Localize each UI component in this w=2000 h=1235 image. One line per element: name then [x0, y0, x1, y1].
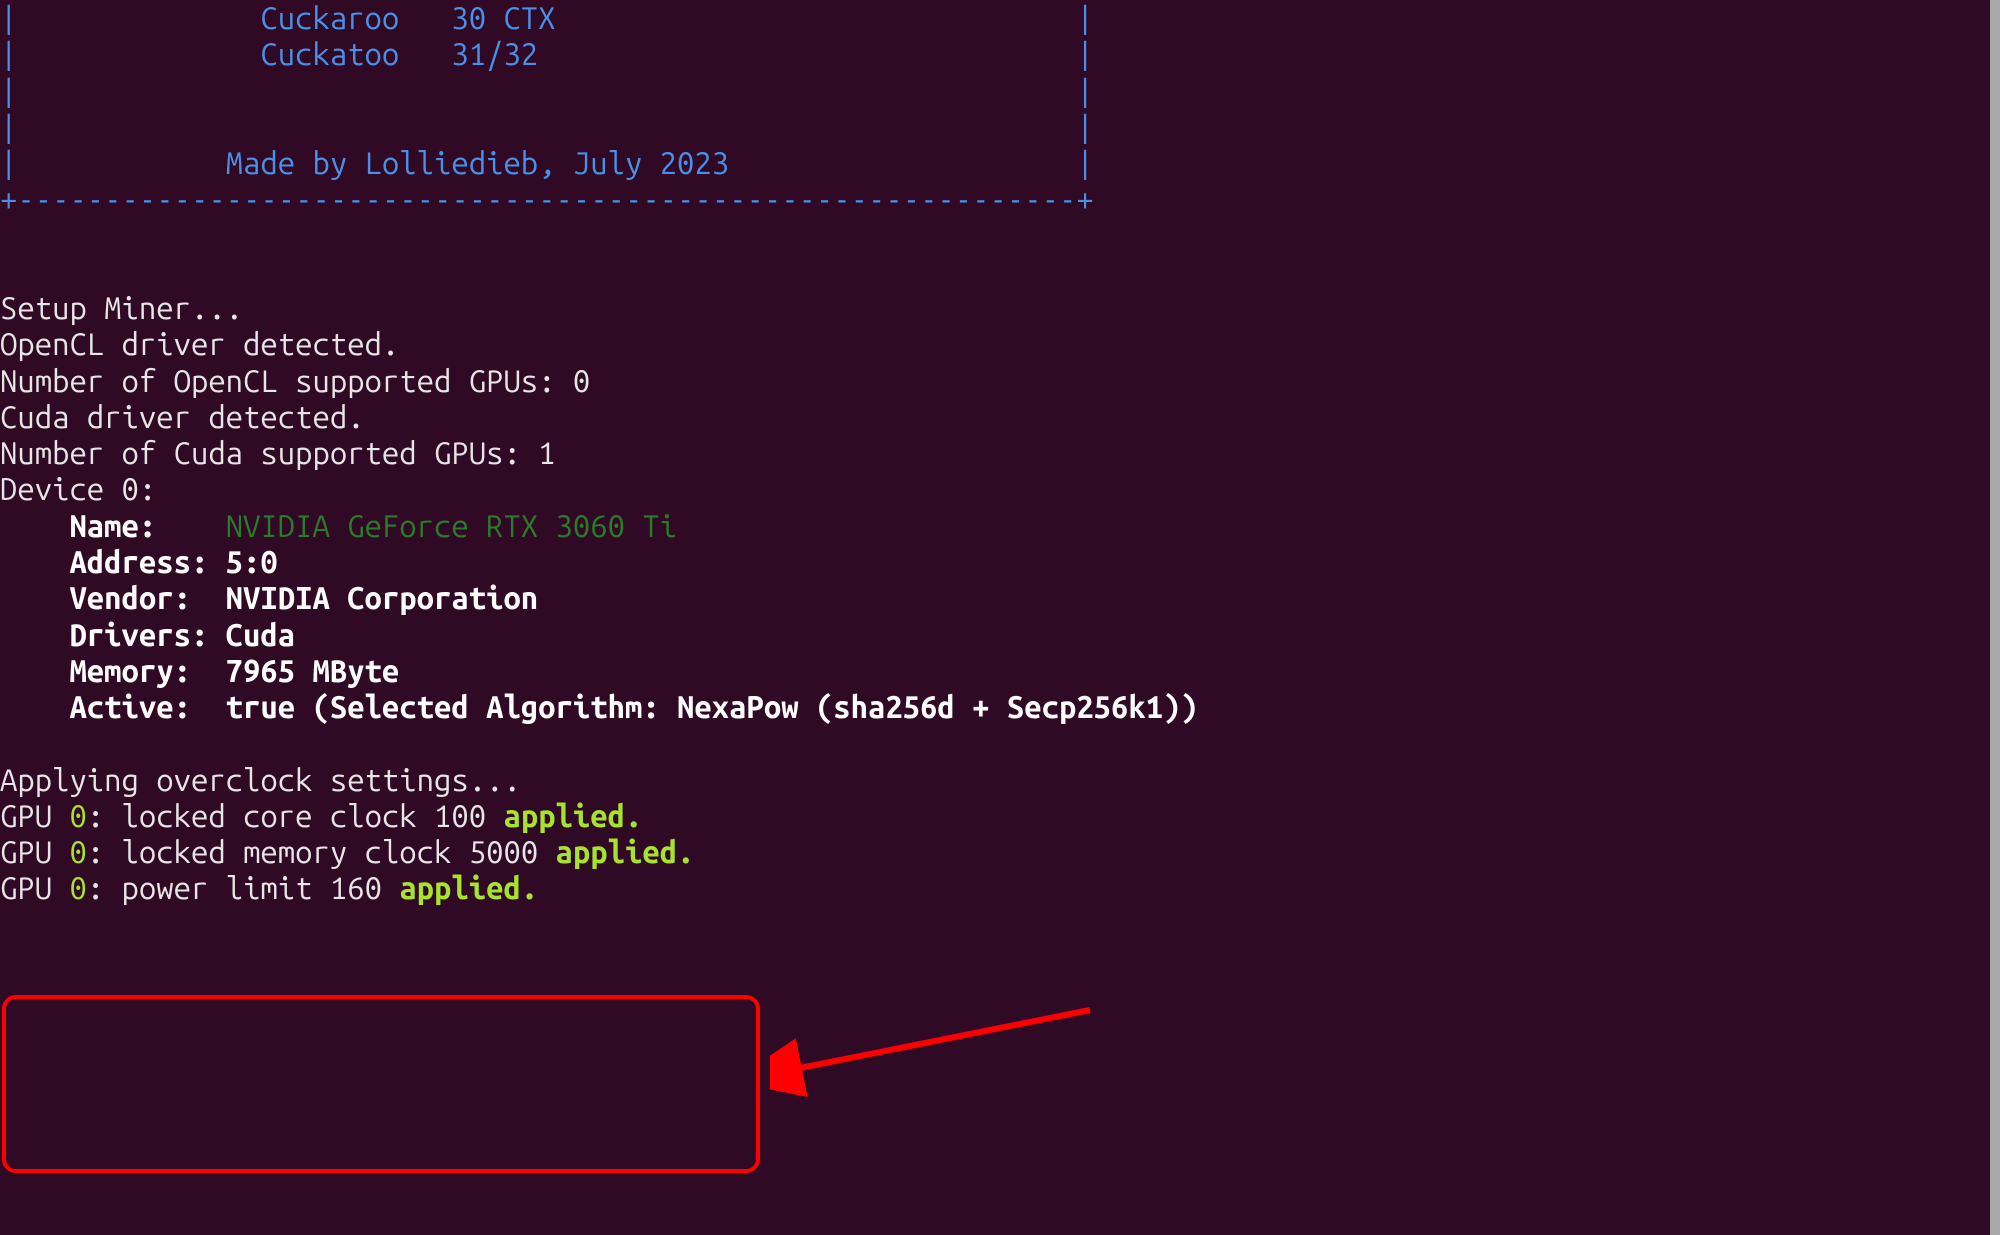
setup-line: Cuda driver detected.	[0, 399, 365, 434]
red-arrow-annotation	[770, 1000, 1110, 1140]
banner-credit: | Made by Lolliedieb, July 2023 |	[0, 145, 1094, 180]
oc-row: GPU 0: locked core clock 100 applied.	[0, 798, 642, 833]
oc-prefix: GPU	[0, 834, 69, 869]
oc-text: : locked core clock 100	[87, 798, 504, 833]
oc-row: GPU 0: power limit 160 applied.	[0, 870, 538, 905]
oc-row: GPU 0: locked memory clock 5000 applied.	[0, 834, 694, 869]
device-memory: Memory: 7965 MByte	[0, 653, 399, 688]
oc-prefix: GPU	[0, 870, 69, 905]
setup-line: Number of OpenCL supported GPUs: 0	[0, 363, 590, 398]
device-name-value: NVIDIA GeForce RTX 3060 Ti	[226, 508, 677, 543]
device-vendor: Vendor: NVIDIA Corporation	[0, 580, 538, 615]
banner-divider: +---------------------------------------…	[0, 181, 1094, 216]
setup-line: OpenCL driver detected.	[0, 326, 399, 361]
banner-row: | Cuckatoo 31/32 |	[0, 36, 1094, 71]
red-callout-box	[2, 995, 760, 1173]
terminal-output: | Cuckaroo 30 CTX | | Cuckatoo 31/32 | |…	[0, 0, 2000, 907]
setup-line: Setup Miner...	[0, 290, 243, 325]
oc-applied: applied.	[503, 798, 642, 833]
oc-heading: Applying overclock settings...	[0, 762, 521, 797]
setup-line: Number of Cuda supported GPUs: 1	[0, 435, 556, 470]
oc-text: : power limit 160	[87, 870, 399, 905]
device-drivers: Drivers: Cuda	[0, 617, 295, 652]
oc-applied: applied.	[556, 834, 695, 869]
setup-line: Device 0:	[0, 471, 156, 506]
oc-index: 0	[69, 798, 86, 833]
device-name-label: Name:	[0, 508, 226, 543]
oc-index: 0	[69, 870, 86, 905]
banner-row: | |	[0, 109, 1094, 144]
banner-row: | |	[0, 73, 1094, 108]
oc-index: 0	[69, 834, 86, 869]
device-address: Address: 5:0	[0, 544, 278, 579]
oc-prefix: GPU	[0, 798, 69, 833]
oc-applied: applied.	[399, 870, 538, 905]
banner-row: | Cuckaroo 30 CTX |	[0, 0, 1094, 35]
scrollbar[interactable]	[1990, 0, 2000, 1235]
terminal-screen: | Cuckaroo 30 CTX | | Cuckatoo 31/32 | |…	[0, 0, 2000, 1235]
oc-text: : locked memory clock 5000	[87, 834, 556, 869]
device-active: Active: true (Selected Algorithm: NexaPo…	[0, 689, 1198, 724]
